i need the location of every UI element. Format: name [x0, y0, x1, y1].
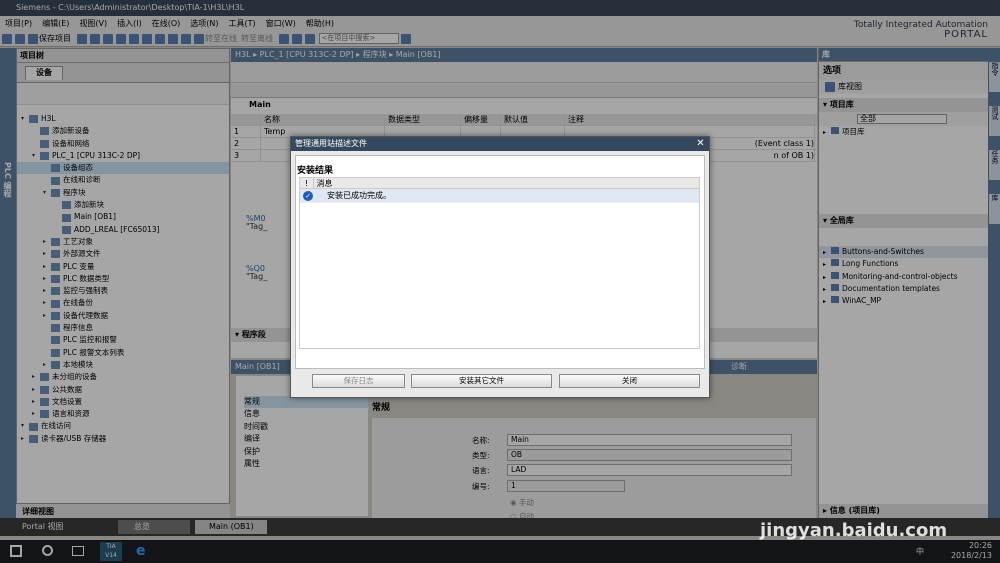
close-button[interactable]: 关闭 [559, 374, 700, 388]
dialog-title: 管理通用站描述文件 [291, 137, 709, 151]
message-column: 消息 [316, 179, 333, 188]
close-icon[interactable]: ✕ [695, 138, 706, 149]
install-more-button[interactable]: 安装其它文件 [411, 374, 552, 388]
gsd-dialog: 管理通用站描述文件 ✕ 安装结果 ! 消息 ✓ 安装已成功完成。 保存日志 安装其… [290, 136, 710, 398]
watermark: jingyan.baidu.com [760, 520, 948, 541]
message-text: 安装已成功完成。 [327, 191, 391, 200]
success-check-icon: ✓ [303, 191, 313, 201]
install-result-heading: 安装结果 [297, 166, 334, 176]
message-row[interactable]: ✓ 安装已成功完成。 [300, 189, 699, 203]
save-log-button[interactable]: 保存日志 [312, 374, 405, 388]
message-list: ! 消息 ✓ 安装已成功完成。 [299, 177, 700, 349]
